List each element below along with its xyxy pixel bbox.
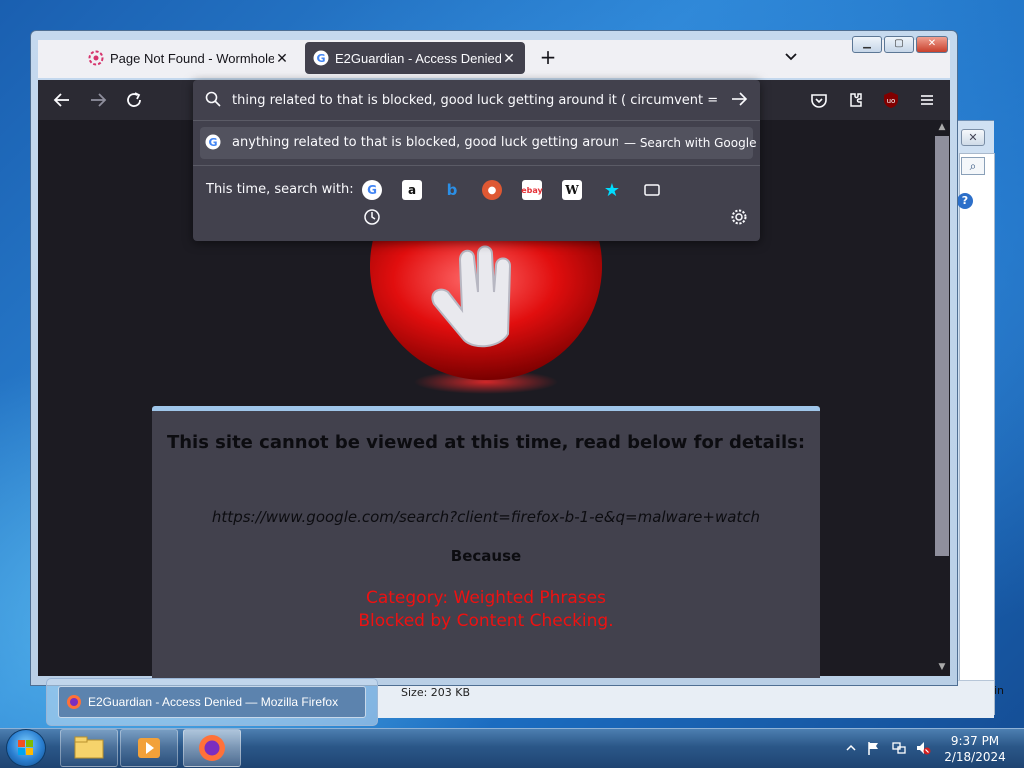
ebay-icon[interactable]: ebay <box>521 180 543 200</box>
folder-icon <box>74 736 104 759</box>
google-icon: G <box>313 50 329 66</box>
chevron-down-icon[interactable] <box>782 48 800 66</box>
background-text-fragment: in <box>994 684 1005 697</box>
taskbar-firefox-button[interactable] <box>183 729 241 767</box>
clock-date: 2/18/2024 <box>944 750 1006 764</box>
taskbar-media-player-button[interactable] <box>120 729 178 767</box>
search-icon <box>205 91 221 107</box>
svg-text:G: G <box>316 52 325 65</box>
extensions-icon[interactable] <box>845 90 865 110</box>
scroll-down-icon[interactable]: ▼ <box>936 662 948 674</box>
menu-hamburger-icon[interactable] <box>917 90 937 110</box>
search-icon[interactable]: ⌕ <box>961 157 985 175</box>
close-icon[interactable]: ✕ <box>961 129 985 146</box>
size-label: Size: 203 KB <box>401 686 471 699</box>
tab-label: E2Guardian - Access Denied <box>335 50 501 66</box>
action-center-flag-icon[interactable] <box>866 740 882 756</box>
forward-arrow-icon[interactable] <box>88 90 108 110</box>
suggestion-text: anything related to that is blocked, goo… <box>232 135 618 150</box>
window-controls: ▁ ▢ ✕ <box>852 36 948 53</box>
gear-icon[interactable] <box>729 207 749 227</box>
volume-muted-icon[interactable] <box>915 740 931 756</box>
taskbar-preview-label: E2Guardian - Access Denied — Mozilla Fir… <box>88 695 339 709</box>
media-player-icon <box>138 738 160 758</box>
windows-logo-icon <box>18 740 33 755</box>
reload-icon[interactable] <box>124 90 144 110</box>
stop-hand-icon <box>370 236 602 394</box>
svg-text:uo: uo <box>887 97 896 105</box>
category-text: Category: Weighted Phrases <box>365 588 607 608</box>
close-tab-icon[interactable]: ✕ <box>501 50 517 67</box>
back-arrow-icon[interactable] <box>52 90 72 110</box>
ublock-origin-icon[interactable]: uo <box>881 90 901 110</box>
duckduckgo-icon[interactable]: ● <box>482 180 502 200</box>
divider <box>193 165 760 166</box>
divider <box>193 120 760 121</box>
network-icon[interactable] <box>891 740 907 756</box>
scrollbar-thumb[interactable] <box>935 136 949 556</box>
bing-icon[interactable]: b <box>442 180 462 200</box>
pocket-icon[interactable] <box>809 90 829 110</box>
google-icon[interactable]: G <box>362 180 382 200</box>
search-with-label: This time, search with: <box>206 182 354 197</box>
tabs-icon[interactable] <box>642 180 662 200</box>
tab-wormhole[interactable]: Page Not Found - Wormhole ✕ <box>80 42 298 74</box>
maximize-button[interactable]: ▢ <box>884 36 914 53</box>
suggestion-action: — Search with Google <box>624 136 757 150</box>
blocked-url: https://www.google.com/search?client=fir… <box>211 508 761 526</box>
block-reason: Category: Weighted Phrases Blocked by Co… <box>152 587 820 633</box>
tab-label: Page Not Found - Wormhole <box>110 50 274 66</box>
firefox-icon <box>199 735 225 761</box>
svg-text:G: G <box>208 136 217 149</box>
new-tab-icon[interactable]: + <box>538 46 558 68</box>
clock-time: 9:37 PM <box>950 734 1000 748</box>
amazon-icon[interactable]: a <box>402 180 422 200</box>
show-hidden-icons-icon[interactable] <box>845 740 857 756</box>
wikipedia-icon[interactable]: W <box>562 180 582 200</box>
start-button[interactable] <box>6 729 46 767</box>
tab-e2guardian[interactable]: G E2Guardian - Access Denied ✕ <box>305 42 525 74</box>
google-icon: G <box>205 134 221 150</box>
close-window-button[interactable]: ✕ <box>916 36 948 53</box>
background-window-content <box>959 153 995 715</box>
address-bar-input[interactable] <box>232 90 722 110</box>
wormhole-icon <box>88 50 104 66</box>
because-label: Because <box>450 547 522 565</box>
scroll-up-icon[interactable]: ▲ <box>936 122 948 134</box>
block-reason-text: Blocked by Content Checking. <box>358 611 614 631</box>
help-icon[interactable]: ? <box>957 193 973 209</box>
firefox-icon <box>67 695 81 709</box>
minimize-button[interactable]: ▁ <box>852 36 882 53</box>
close-tab-icon[interactable]: ✕ <box>274 50 290 67</box>
taskbar-explorer-button[interactable] <box>60 729 118 767</box>
history-icon[interactable] <box>362 207 382 227</box>
clock[interactable]: 9:37 PM 2/18/2024 <box>940 733 1010 765</box>
bookmarks-star-icon[interactable]: ★ <box>602 180 622 201</box>
page-title: This site cannot be viewed at this time,… <box>166 432 806 453</box>
go-arrow-icon[interactable] <box>730 90 748 108</box>
